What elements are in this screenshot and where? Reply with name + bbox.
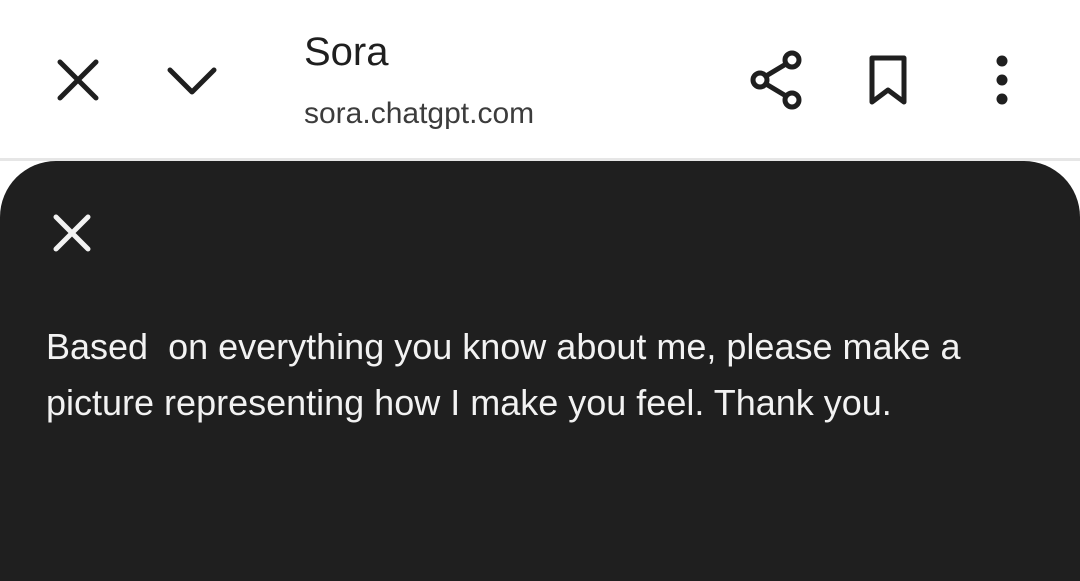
sheet-close-button[interactable] <box>40 201 104 265</box>
share-button[interactable] <box>744 48 808 112</box>
chevron-down-icon <box>167 67 217 95</box>
close-icon <box>53 214 91 252</box>
more-vert-icon <box>996 55 1008 105</box>
bookmark-icon <box>869 55 907 105</box>
page-info[interactable]: Sora sora.chatgpt.com <box>304 28 534 132</box>
bookmark-button[interactable] <box>856 48 920 112</box>
share-icon <box>750 50 802 110</box>
page-title: Sora <box>304 30 389 74</box>
close-tab-button[interactable] <box>46 48 110 112</box>
custom-tab-toolbar: Sora sora.chatgpt.com <box>0 0 1080 158</box>
prompt-text: Based on everything you know about me, p… <box>46 326 971 423</box>
prompt-sheet: Based on everything you know about me, p… <box>0 161 1080 581</box>
minimize-button[interactable] <box>160 48 224 112</box>
close-icon <box>57 59 99 101</box>
more-options-button[interactable] <box>970 48 1034 112</box>
page-url: sora.chatgpt.com <box>304 97 535 130</box>
